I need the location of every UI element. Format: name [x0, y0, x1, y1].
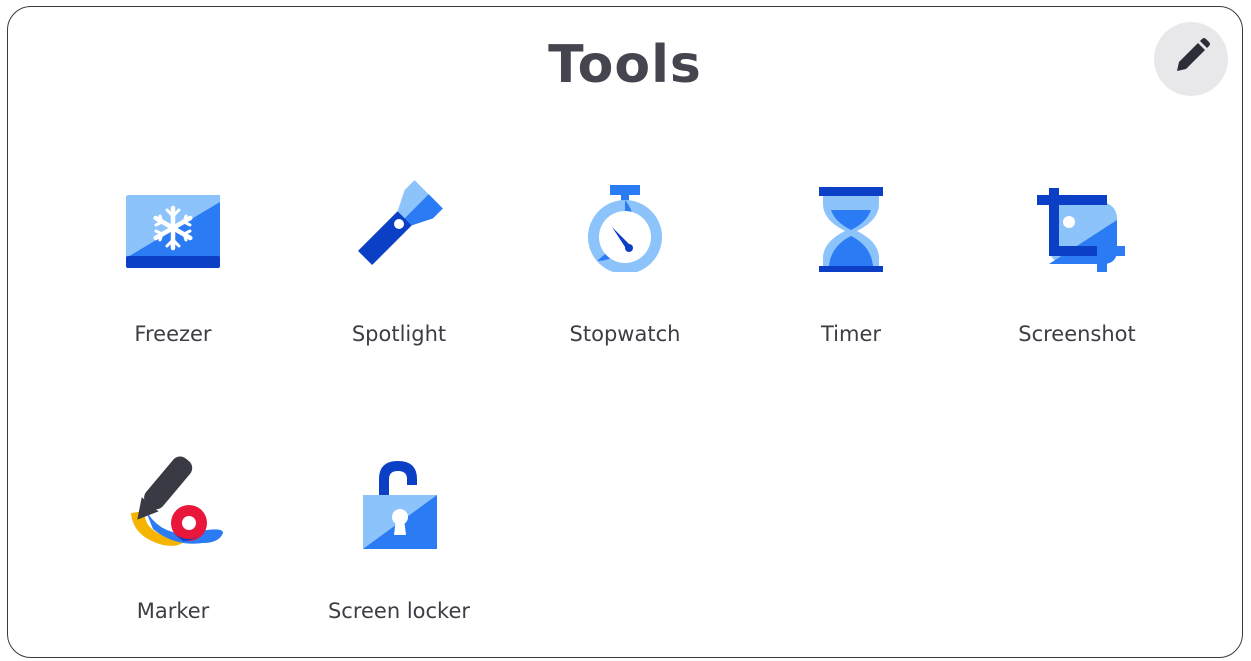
tool-screenshot[interactable]: Screenshot: [964, 172, 1190, 402]
hourglass-icon: [801, 172, 901, 275]
tool-spotlight[interactable]: Spotlight: [286, 172, 512, 402]
tool-label: Screenshot: [1018, 322, 1136, 346]
snowflake-icon: [123, 172, 223, 272]
tool-stopwatch[interactable]: Stopwatch: [512, 172, 738, 402]
flashlight-icon: [349, 172, 449, 272]
tool-label: Marker: [136, 599, 210, 623]
stopwatch-icon: [575, 172, 675, 274]
tool-marker[interactable]: Marker: [60, 449, 286, 657]
tool-label: Timer: [820, 322, 882, 346]
tool-label: Stopwatch: [569, 322, 681, 346]
tool-freezer[interactable]: Freezer: [60, 172, 286, 402]
tool-screen-locker[interactable]: Screen locker: [286, 449, 512, 657]
tools-panel: Tools Freezer Spotlight Stopwatch Timer …: [7, 6, 1243, 658]
tool-label: Screen locker: [327, 599, 471, 623]
page-title: Tools: [548, 35, 702, 95]
tool-label: Freezer: [134, 322, 212, 346]
edit-button[interactable]: [1154, 22, 1228, 96]
tool-timer[interactable]: Timer: [738, 172, 964, 402]
tool-label: Spotlight: [351, 322, 447, 346]
padlock-icon: [349, 449, 449, 549]
pencil-icon: [1171, 37, 1211, 81]
marker-icon: [123, 449, 223, 549]
crop-icon: [1027, 172, 1127, 274]
